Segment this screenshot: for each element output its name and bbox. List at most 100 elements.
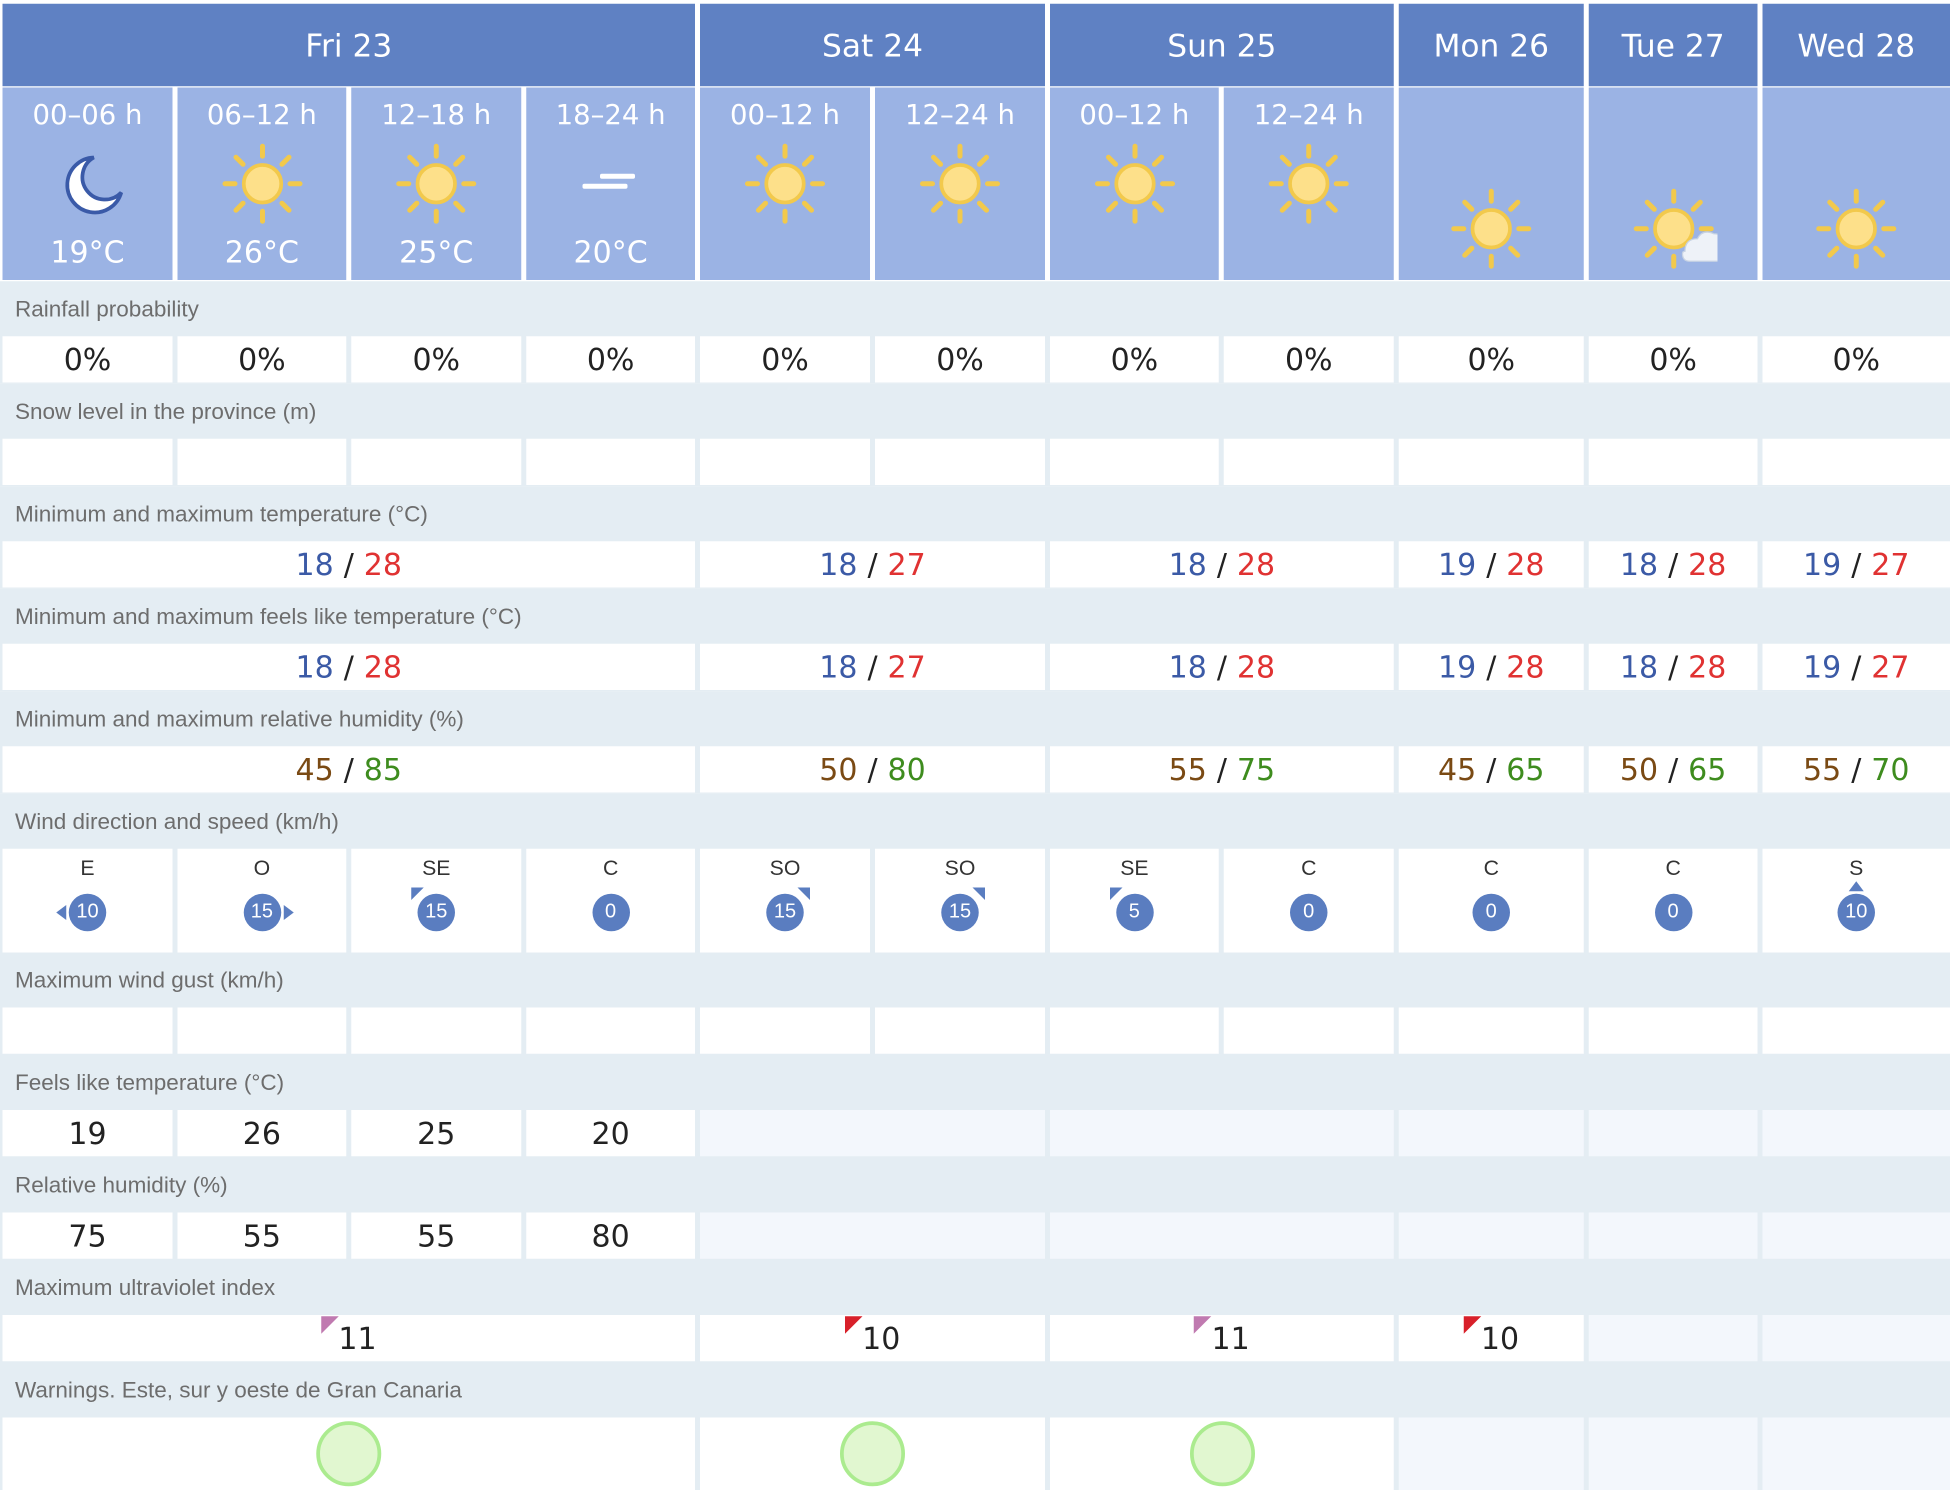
- gust-value: [1762, 1007, 1950, 1054]
- wind-indicator: 15: [939, 887, 985, 934]
- wind-arrow-icon: [1848, 881, 1864, 892]
- uv-cell: 10: [700, 1315, 1045, 1362]
- rain-value: 0%: [1223, 336, 1394, 383]
- day-header[interactable]: Tue 27: [1588, 3, 1758, 87]
- uv-cell: [1762, 1315, 1950, 1362]
- feels-value: 25: [351, 1110, 522, 1157]
- separator: /: [867, 649, 878, 685]
- warning-cell: [1762, 1417, 1950, 1490]
- wind-speed: 0: [1290, 893, 1328, 932]
- snow-value: [177, 438, 347, 485]
- wind-arrow-icon: [972, 887, 985, 900]
- wind-cell: S 10: [1762, 848, 1950, 953]
- gust-value: [875, 1007, 1045, 1054]
- day-header[interactable]: Sun 25: [1050, 3, 1394, 87]
- max-value: 75: [1236, 751, 1276, 787]
- wind-speed: 0: [591, 893, 630, 932]
- separator: /: [1486, 546, 1497, 582]
- sun-icon: [1265, 140, 1353, 228]
- wind-cell: C0: [1398, 848, 1584, 953]
- max-value: 27: [887, 649, 926, 685]
- max-value: 27: [1871, 546, 1910, 582]
- feels-empty: [1398, 1110, 1584, 1157]
- separator: /: [1668, 649, 1679, 685]
- wind-cell: C0: [526, 848, 695, 953]
- max-value: 65: [1506, 751, 1545, 787]
- max-value: 65: [1688, 751, 1727, 787]
- gust-value: [526, 1007, 695, 1054]
- separator: /: [343, 751, 354, 787]
- feels-empty: [1588, 1110, 1758, 1157]
- temp_minmax-value: 18/27: [700, 541, 1045, 588]
- min-value: 18: [1619, 546, 1659, 582]
- rain-value: 0%: [700, 336, 870, 383]
- wind-arrow-icon: [283, 905, 294, 920]
- min-value: 45: [1438, 751, 1477, 787]
- warning-level-icon[interactable]: [1189, 1421, 1255, 1487]
- sun-icon: [741, 140, 829, 228]
- humidity-empty: [700, 1212, 1045, 1259]
- wind-cell: SE 5: [1050, 848, 1219, 953]
- period-header: 00–12 h: [1050, 87, 1219, 280]
- feels-empty: [700, 1110, 1045, 1157]
- period-label: 12–18 h: [381, 100, 492, 132]
- wind-direction: SE: [422, 856, 451, 880]
- feels_minmax-value: 18/28: [1050, 643, 1394, 690]
- period-label: 12–24 h: [905, 100, 1015, 132]
- humidity_minmax-value: 45/85: [2, 746, 695, 793]
- snow-value: [1050, 438, 1219, 485]
- feels-empty: [1762, 1110, 1950, 1157]
- period-header: 00–06 h 19°C: [2, 87, 173, 280]
- warning-cell: [2, 1417, 695, 1490]
- max-value: 70: [1871, 751, 1910, 787]
- uv-cell: 10: [1398, 1315, 1584, 1362]
- max-value: 28: [363, 649, 402, 685]
- day-header[interactable]: Sat 24: [700, 3, 1045, 87]
- max-value: 28: [1236, 546, 1276, 582]
- day-header[interactable]: Wed 28: [1762, 3, 1950, 87]
- separator: /: [1486, 649, 1497, 685]
- rain-value: 0%: [1588, 336, 1758, 383]
- warning-cell: [1398, 1417, 1584, 1490]
- min-value: 50: [1619, 751, 1659, 787]
- warnings-label: Warnings. Este, sur y oeste de Gran Cana…: [15, 1377, 462, 1403]
- feels_minmax-value: 18/28: [2, 643, 695, 690]
- uv-value: 10: [862, 1320, 901, 1356]
- humidity-label: Relative humidity (%): [15, 1172, 228, 1198]
- min-value: 19: [1803, 546, 1842, 582]
- wind-direction: E: [80, 856, 95, 880]
- separator: /: [1851, 649, 1862, 685]
- period-header: 18–24 h 20°C: [526, 87, 695, 280]
- min-value: 18: [1168, 546, 1207, 582]
- moon-icon: [44, 140, 132, 228]
- humidity_minmax-value: 45/65: [1398, 746, 1584, 793]
- separator: /: [867, 546, 878, 582]
- min-value: 18: [295, 546, 334, 582]
- warning-cell: [700, 1417, 1045, 1490]
- warning-level-icon[interactable]: [316, 1421, 382, 1487]
- period-label: 00–12 h: [730, 100, 840, 132]
- max-value: 27: [887, 546, 926, 582]
- day-header[interactable]: Fri 23: [2, 3, 695, 87]
- feels-value: 20: [526, 1110, 695, 1157]
- rain-value: 0%: [1398, 336, 1584, 383]
- uv-flag-icon: [844, 1315, 863, 1334]
- wind-arrow-icon: [411, 887, 424, 900]
- warning-level-icon[interactable]: [840, 1421, 905, 1487]
- wind-indicator: 0: [1652, 891, 1695, 934]
- separator: /: [1216, 751, 1227, 787]
- wind-indicator: 5: [1109, 887, 1156, 934]
- haze-icon: [567, 140, 655, 228]
- uv-cell: 11: [2, 1315, 695, 1362]
- period-header: [1762, 87, 1950, 280]
- rain-value: 0%: [875, 336, 1045, 383]
- humidity-value: 55: [177, 1212, 347, 1259]
- day-header[interactable]: Mon 26: [1398, 3, 1584, 87]
- period-header: 12–18 h 25°C: [351, 87, 522, 280]
- wind-cell: C0: [1223, 848, 1394, 953]
- gust-label: Maximum wind gust (km/h): [15, 967, 284, 993]
- wind-cell: SO 15: [875, 848, 1045, 953]
- feels_minmax-value: 19/27: [1762, 643, 1950, 690]
- uv-value: 10: [1480, 1320, 1520, 1356]
- humidity-empty: [1398, 1212, 1584, 1259]
